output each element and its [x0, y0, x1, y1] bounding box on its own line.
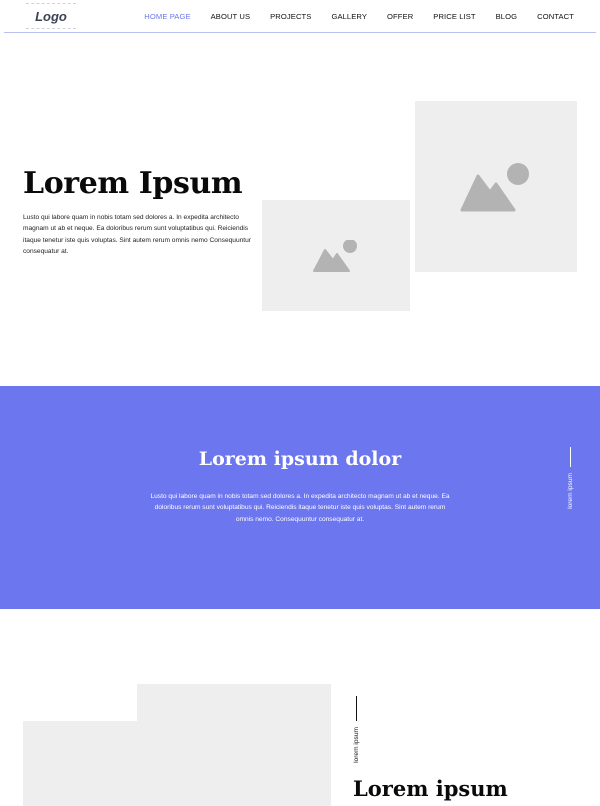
section-title: Lorem ipsum — [353, 776, 508, 801]
nav-item-offer[interactable]: OFFER — [387, 12, 413, 21]
band-side-label: lorem ipsum — [564, 447, 576, 509]
nav-item-projects[interactable]: PROJECTS — [270, 12, 311, 21]
main-nav: HOME PAGE ABOUT US PROJECTS GALLERY OFFE… — [144, 0, 574, 32]
side-label-text: lorem ipsum — [352, 727, 360, 763]
hero-image-small — [262, 200, 410, 311]
section-image-back — [23, 721, 137, 806]
site-header: Logo HOME PAGE ABOUT US PROJECTS GALLERY… — [0, 0, 600, 34]
side-label-line — [355, 696, 357, 721]
image-placeholder-icon — [460, 162, 529, 211]
band-title: Lorem ipsum dolor — [198, 448, 402, 470]
hero-title: Lorem Ipsum — [23, 166, 243, 201]
side-label-text: lorem ipsum — [566, 473, 574, 509]
logo[interactable]: Logo — [26, 3, 76, 29]
nav-item-gallery[interactable]: GALLERY — [331, 12, 367, 21]
hero-text: Lusto qui labore quam in nobis totam sed… — [23, 214, 251, 255]
header-divider — [4, 32, 596, 33]
nav-item-home[interactable]: HOME PAGE — [144, 12, 190, 21]
nav-item-about[interactable]: ABOUT US — [211, 12, 250, 21]
nav-item-price-list[interactable]: PRICE LIST — [433, 12, 475, 21]
nav-item-contact[interactable]: CONTACT — [537, 12, 574, 21]
section-side-label: lorem ipsum — [350, 696, 362, 763]
nav-item-blog[interactable]: BLOG — [496, 12, 518, 21]
side-label-line — [569, 447, 571, 467]
image-placeholder-icon — [313, 239, 357, 272]
section-image-front — [137, 684, 331, 806]
hero-image-large — [415, 101, 577, 272]
band-text: Lusto qui labore quam in nobis totam sed… — [150, 493, 450, 523]
